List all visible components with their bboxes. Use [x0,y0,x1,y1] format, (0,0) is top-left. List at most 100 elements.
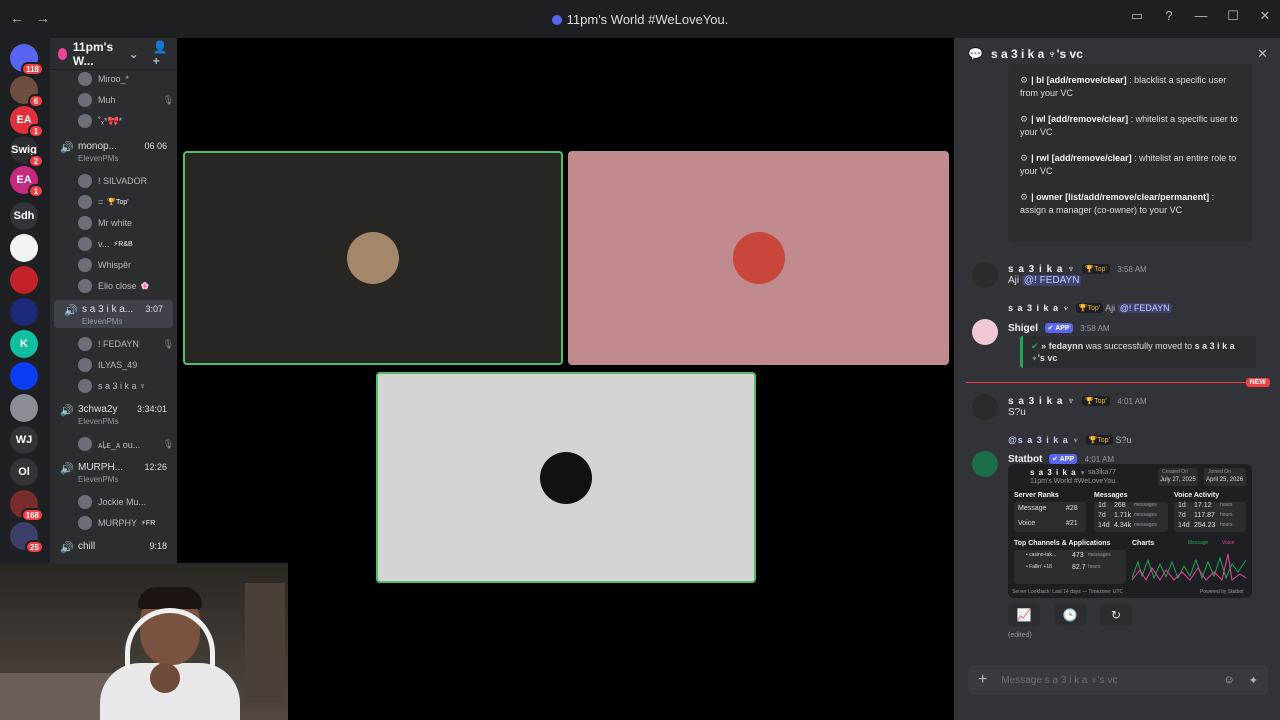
server-icon[interactable]: EA 1 [10,106,44,138]
voice-channel[interactable]: 🔊 MURPH... ElevenPMs 12:26 [50,458,177,486]
voice-channel[interactable]: 🔊 3chwa2y ElevenPMs 3:34:01 [50,400,177,428]
avatar [78,216,92,230]
voice-member[interactable]: Muh 🎙 [78,93,174,107]
message-time: 4:01 AM [1117,397,1147,406]
avatar[interactable] [972,451,998,477]
chevron-down-icon[interactable]: ⌄ [129,47,139,61]
voice-channel[interactable]: 🔊 chill 9:18 [50,537,177,554]
voice-member[interactable]: MURPHY ⚡FR [78,516,174,530]
reply-preview[interactable]: @s a 3 i k a ♆ 🏆Top' S?u [1008,435,1131,445]
channel-name: MURPH... [78,462,123,473]
msg-1d-value: 268 [1114,502,1126,509]
voice-member[interactable]: Jockie Mu... [78,495,174,509]
voice-member[interactable]: s a 3 i k a ♆ [78,379,174,393]
notification-badge: 168 [20,508,44,522]
avatar[interactable] [972,262,998,288]
inbox-icon[interactable]: ▭ [1130,8,1144,24]
server-icon[interactable]: Ol [10,458,38,486]
server-icon[interactable] [10,266,38,294]
message-input[interactable]: + Message s a 3 i k a ♆'s vc ☺ ✦ [968,665,1268,695]
stat-card[interactable]: s a 3 i k a ♆ sa3ika77 11pm's World #WeL… [1008,464,1252,598]
server-icon[interactable]: WJ [10,426,38,454]
title-bar: ← → 11pm's World #WeLoveYou. ▭ ? — ☐ ✕ [0,0,1280,38]
member-name: ILYAS_49 [98,360,138,370]
member-name: ˚ₓ*🎀* [98,115,123,126]
role-badge: 🏆Top' [1082,396,1110,406]
avatar[interactable] [972,319,998,345]
server-icon[interactable] [10,362,38,390]
charts-title: Charts [1132,540,1155,547]
message-author[interactable]: Shigel [1008,323,1038,334]
role-badge: 🏆Top' [1075,303,1104,313]
voice-member[interactable]: = 🏆Top' [78,195,174,209]
emoji-icon[interactable]: ☺ [1224,674,1235,687]
minimize-icon[interactable]: — [1194,8,1208,24]
command-syntax: | owner [list/add/remove/clear/permanent… [1031,192,1210,202]
server-icon[interactable] [10,394,38,422]
avatar [732,232,785,284]
reply-preview[interactable]: s a 3 i k a ♆ 🏆Top' Aji @! FEDAYN [1008,303,1172,313]
refresh-icon[interactable]: ↻ [1100,604,1132,626]
voice-member[interactable]: Whispêr [78,258,174,272]
message-text: Aji [1008,275,1020,286]
server-icon[interactable]: K [10,330,38,358]
server-icon[interactable]: Sdh [10,202,38,230]
server-icon[interactable]: 25 [10,522,44,554]
voice-member[interactable]: ! FEDAYN 🎙 [78,337,174,351]
video-tile[interactable] [183,151,563,365]
server-icon[interactable] [10,234,38,262]
command-syntax: | wl [add/remove/clear] [1031,114,1129,124]
plus-icon[interactable]: + [978,671,987,689]
embed-text: was successfully moved to [1085,341,1193,351]
clock-icon[interactable]: 🕒 [1054,604,1086,626]
voice-member[interactable]: ILYAS_49 [78,358,174,372]
joined-label: Joined On [1208,469,1231,475]
server-icon[interactable] [10,298,38,326]
user-mention[interactable]: @! FEDAYN [1117,303,1172,313]
voice-member[interactable]: ˚ₓ*🎀* [78,114,174,128]
voice-member[interactable]: v... ⚡R&B [78,237,174,251]
voice-1d-value: 17.12 [1194,502,1212,509]
speaker-icon: 🔊 [60,142,74,154]
message-header: Shigel ✔ APP 3:58 AM [1008,319,1110,334]
chart-icon[interactable]: 📈 [1008,604,1040,626]
muted-mic-icon: 🎙 [162,94,174,105]
invite-icon[interactable]: 👤+ [153,40,169,68]
server-icon[interactable]: EA 1 [10,166,44,198]
person-hair [138,587,202,609]
voice-member[interactable]: ᴀꝲᴇ_ᴀ ou... 🎙 [78,437,174,451]
voice-member[interactable]: Elio close 🌸 [78,279,174,293]
voice-member[interactable]: ! SILVADOR [78,174,174,188]
video-tile[interactable] [568,151,949,365]
help-icon[interactable]: ? [1162,8,1176,24]
server-icon[interactable]: Swig 2 [10,136,44,168]
voice-member[interactable]: Miroo_* [78,72,174,86]
new-messages-divider [966,382,1266,383]
voice-member[interactable]: Mr white [78,216,174,230]
messages-title: Messages [1094,492,1128,499]
message-author[interactable]: s a 3 i k a ♆ [1008,396,1076,407]
video-tile[interactable] [376,372,756,583]
avatar[interactable] [972,394,998,420]
voice-channel[interactable]: 🔊 monop... ElevenPMs 06 06 [50,137,177,165]
apps-icon[interactable]: ✦ [1249,674,1258,687]
avatar [78,358,92,372]
user-mention[interactable]: @! FEDAYN [1021,275,1082,286]
channels-title: Top Channels & Applications [1014,540,1111,547]
command-help-item: ⚙ | rwl [add/remove/clear] : whitelist an… [1020,152,1242,178]
card-server: 11pm's World #WeLoveYou. [1030,478,1118,485]
msg-7d-value: 1.71k [1114,512,1132,519]
server-icon[interactable]: 6 [10,76,44,108]
server-header[interactable]: 11pm's W... ⌄ 👤+ [50,38,177,70]
maximize-icon[interactable]: ☐ [1226,8,1240,24]
server-label: EA [16,174,32,186]
close-chat-icon[interactable]: ✕ [1257,46,1268,62]
server-icon[interactable]: 168 [10,490,44,522]
close-icon[interactable]: ✕ [1258,8,1272,24]
speaker-icon: 🔊 [64,305,78,317]
avatar [78,337,92,351]
server-icon[interactable]: 118 [10,44,44,76]
voice-channel[interactable]: 🔊 s a 3 i k a... ElevenPMs 3:07 [54,300,173,328]
message-author[interactable]: s a 3 i k a ♆ [1008,264,1076,275]
channel-2-value: 82.7 [1072,564,1086,571]
